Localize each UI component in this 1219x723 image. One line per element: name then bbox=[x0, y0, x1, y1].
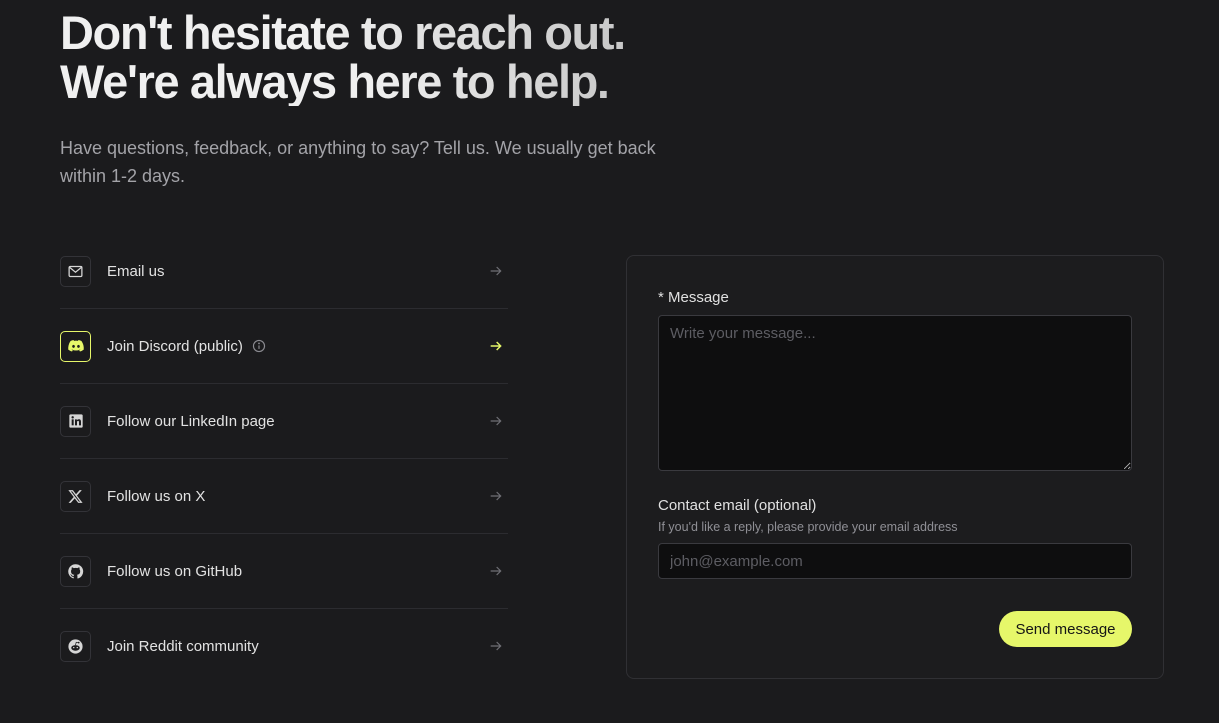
link-follow-github[interactable]: Follow us on GitHub bbox=[60, 534, 508, 609]
message-label: * Message bbox=[658, 289, 729, 306]
link-join-discord[interactable]: Join Discord (public) bbox=[60, 309, 508, 384]
github-icon bbox=[60, 555, 91, 587]
hero-title-line-2: We're always here to help. bbox=[60, 57, 625, 106]
hero-subtitle: Have questions, feedback, or anything to… bbox=[60, 138, 656, 186]
message-textarea[interactable] bbox=[658, 315, 1132, 471]
arrow-right-icon bbox=[488, 563, 504, 579]
arrow-right-icon bbox=[488, 413, 504, 429]
arrow-right-icon bbox=[488, 338, 504, 354]
link-label: Join Discord (public) bbox=[107, 337, 243, 355]
contact-email-input[interactable] bbox=[658, 543, 1132, 579]
link-label: Join Reddit community bbox=[107, 637, 259, 655]
info-icon[interactable] bbox=[252, 339, 266, 353]
link-follow-x[interactable]: Follow us on X bbox=[60, 459, 508, 534]
link-join-reddit[interactable]: Join Reddit community bbox=[60, 609, 508, 683]
x-icon bbox=[60, 480, 91, 512]
link-label: Follow us on X bbox=[107, 487, 206, 505]
contact-form: * Message Contact email (optional) If yo… bbox=[626, 255, 1164, 679]
linkedin-icon bbox=[60, 405, 91, 437]
contact-email-help: If you'd like a reply, please provide yo… bbox=[658, 520, 958, 534]
mail-icon bbox=[60, 255, 91, 287]
send-message-button[interactable]: Send message bbox=[999, 611, 1132, 647]
reddit-icon bbox=[60, 630, 91, 662]
arrow-right-icon bbox=[488, 488, 504, 504]
contact-email-label: Contact email (optional) bbox=[658, 497, 817, 514]
arrow-right-icon bbox=[488, 638, 504, 654]
hero-title: Don't hesitate to reach out. We're alway… bbox=[60, 6, 626, 106]
link-label: Follow our LinkedIn page bbox=[107, 412, 275, 430]
arrow-right-icon bbox=[488, 263, 504, 279]
contact-links-list: Email us Join Discord (public) Follow ou… bbox=[60, 234, 508, 683]
link-label: Email us bbox=[107, 262, 165, 280]
hero-title-line-1: Don't hesitate to reach out. bbox=[60, 6, 626, 59]
link-follow-linkedin[interactable]: Follow our LinkedIn page bbox=[60, 384, 508, 459]
discord-icon bbox=[60, 330, 91, 362]
link-email-us[interactable]: Email us bbox=[60, 234, 508, 309]
link-label: Follow us on GitHub bbox=[107, 562, 243, 580]
